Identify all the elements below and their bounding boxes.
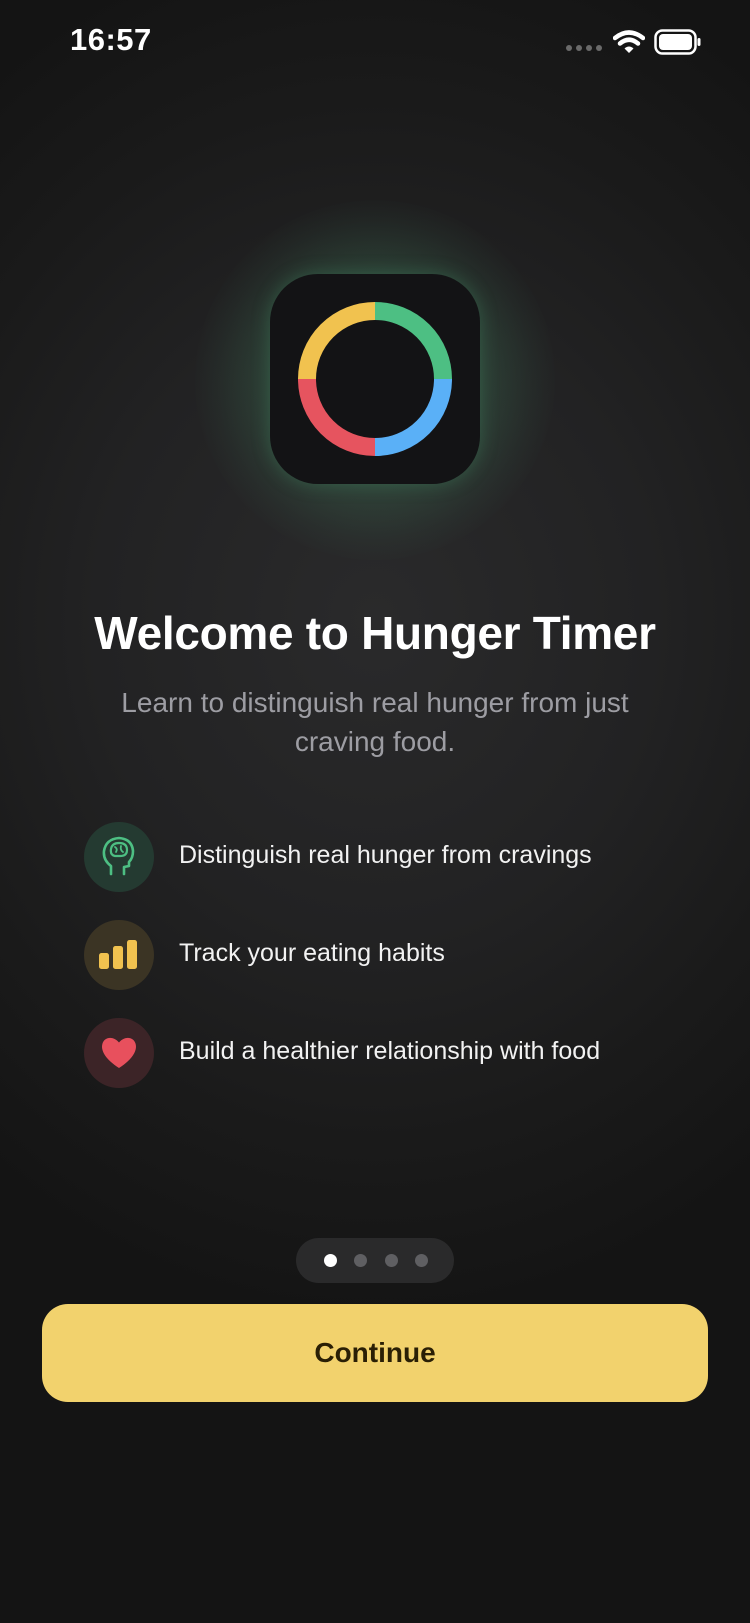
ring-segment-green [374,302,452,380]
status-bar: 16:57 [0,0,750,90]
bar-chart-icon [99,940,137,969]
ring-segment-yellow [298,302,376,380]
page-title: Welcome to Hunger Timer [94,607,656,659]
ring-segment-red [298,378,376,456]
heart-icon [102,1037,136,1068]
feature-item-relationship: Build a healthier relationship with food [84,1018,704,1088]
brain-head-icon [102,836,135,876]
feature-text: Build a healthier relationship with food [179,1037,601,1065]
feature-item-habits: Track your eating habits [84,920,704,990]
feature-badge [84,920,154,990]
page-dot-2[interactable] [354,1254,367,1267]
battery-icon [654,29,701,55]
ring-segment-blue [374,378,452,456]
feature-badge [84,1018,154,1088]
page-dot-1[interactable] [324,1254,337,1267]
feature-text: Track your eating habits [179,939,445,967]
page-indicator[interactable] [296,1238,454,1283]
feature-text: Distinguish real hunger from cravings [179,841,592,869]
app-icon [270,274,480,484]
hunger-timer-ring-icon [298,302,452,456]
wifi-icon [613,30,645,53]
continue-button[interactable]: Continue [42,1304,708,1402]
feature-badge [84,822,154,892]
page-dot-3[interactable] [385,1254,398,1267]
status-time: 16:57 [70,22,152,57]
onboarding-screen: 16:57 Welcome to Hunger Timer Learn to d… [0,0,750,1623]
page-dot-4[interactable] [415,1254,428,1267]
page-subtitle: Learn to distinguish real hunger from ju… [121,687,629,757]
feature-item-hunger: Distinguish real hunger from cravings [84,822,704,892]
signal-icon [566,45,604,53]
